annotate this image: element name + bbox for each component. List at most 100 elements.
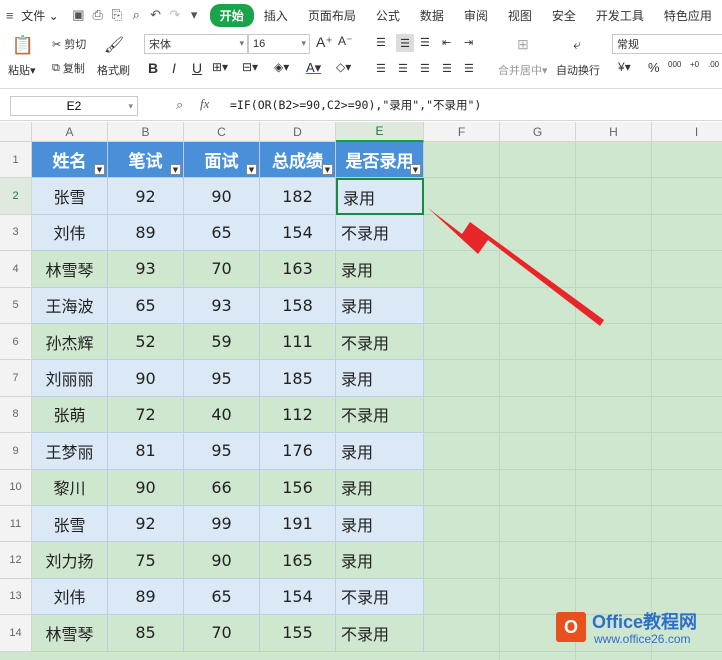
table-cell[interactable]: 张雪 [32, 178, 108, 215]
table-cell[interactable]: 81 [108, 433, 184, 470]
merge-icon[interactable]: ⊞ [512, 34, 534, 54]
cut-button[interactable]: ✂ 剪切 [52, 36, 86, 52]
table-cell[interactable]: 191 [260, 506, 336, 543]
tab-page-layout[interactable]: 页面布局 [298, 7, 366, 24]
table-cell[interactable]: 176 [260, 433, 336, 470]
outdent-icon[interactable]: ⇤ [442, 36, 451, 49]
currency-button[interactable]: ¥ ▾ [618, 60, 631, 74]
filter-dropdown-icon[interactable]: ▼ [170, 164, 181, 176]
customize-icon[interactable]: ▾ [186, 6, 201, 24]
table-cell[interactable]: 不录用 [336, 578, 424, 616]
tab-data[interactable]: 数据 [410, 7, 454, 24]
bold-button[interactable]: B [148, 60, 158, 76]
row-header[interactable]: 13 [0, 578, 32, 616]
tab-formulas[interactable]: 公式 [366, 7, 410, 24]
cell-style-icon[interactable]: ⊟▾ [242, 60, 258, 74]
table-cell[interactable]: 90 [184, 178, 260, 215]
preview-icon[interactable]: ⌕ [129, 6, 144, 24]
tab-home[interactable]: 开始 [209, 3, 254, 27]
column-header-i[interactable]: I [652, 122, 722, 142]
decrease-decimal-button[interactable]: .00 [708, 60, 719, 69]
zoom-icon[interactable]: ⌕ [176, 97, 183, 113]
table-cell[interactable]: 孙杰辉 [32, 324, 108, 361]
paste-icon[interactable]: 📋 [12, 34, 34, 56]
font-family-select[interactable]: 宋体 ▾ [144, 34, 248, 54]
distributed-icon[interactable]: ☰ [464, 62, 474, 75]
table-cell[interactable]: 不录用 [336, 396, 424, 434]
increase-decimal-button[interactable]: +0 [690, 60, 699, 69]
row-header[interactable]: 10 [0, 469, 32, 506]
table-cell[interactable]: 林雪琴 [32, 251, 108, 288]
filter-dropdown-icon[interactable]: ▼ [94, 164, 105, 176]
table-cell[interactable]: 165 [260, 542, 336, 579]
format-painter-button[interactable]: 格式刷 [97, 62, 130, 78]
font-size-select[interactable]: 16 ▾ [248, 34, 310, 54]
filter-dropdown-icon[interactable]: ▼ [410, 164, 421, 176]
align-bottom-icon[interactable]: ☰ [420, 36, 430, 49]
clear-icon[interactable]: ◇▾ [336, 60, 351, 74]
row-header[interactable]: 2 [0, 178, 32, 215]
table-cell[interactable]: 72 [108, 396, 184, 434]
table-cell[interactable]: 89 [108, 578, 184, 616]
spreadsheet-grid[interactable]: A B C D E F G H I 1 姓名 ▼ 笔试 ▼ 面试 ▼ 总成绩 ▼ 是否录用 ▼ 2 张雪 92 90 182 录用… [0, 122, 722, 660]
table-cell[interactable]: 111 [260, 324, 336, 361]
table-cell[interactable]: 录用 [336, 469, 424, 506]
table-cell[interactable]: 93 [108, 251, 184, 288]
table-cell[interactable]: 黎川 [32, 469, 108, 506]
table-cell[interactable]: 154 [260, 578, 336, 616]
table-cell[interactable]: 林雪琴 [32, 615, 108, 652]
row-header[interactable]: 8 [0, 396, 32, 434]
decrease-font-icon[interactable]: A⁻ [338, 34, 352, 48]
table-cell[interactable]: 刘力扬 [32, 542, 108, 579]
tab-special[interactable]: 特色应用 [654, 7, 722, 24]
row-header[interactable]: 11 [0, 506, 32, 543]
file-menu[interactable]: 文件 ⌄ [19, 7, 68, 24]
table-cell[interactable]: 张雪 [32, 506, 108, 543]
justify-icon[interactable]: ☰ [442, 62, 452, 75]
table-cell[interactable]: 52 [108, 324, 184, 361]
table-cell[interactable]: 不录用 [336, 615, 424, 652]
table-cell[interactable]: 92 [108, 178, 184, 215]
table-cell[interactable]: 185 [260, 360, 336, 397]
border-icon[interactable]: ⊞▾ [212, 60, 228, 74]
table-cell[interactable]: 刘伟 [32, 214, 108, 252]
column-header-b[interactable]: B [108, 122, 184, 142]
copy-button[interactable]: ⧉ 复制 [52, 60, 85, 76]
filter-dropdown-icon[interactable]: ▼ [246, 164, 257, 176]
number-format-select[interactable]: 常规 [612, 34, 722, 54]
column-header-f[interactable]: F [424, 122, 500, 142]
row-header[interactable]: 12 [0, 542, 32, 579]
table-cell[interactable]: 99 [184, 506, 260, 543]
table-cell[interactable]: 75 [108, 542, 184, 579]
table-cell[interactable]: 不录用 [336, 214, 424, 252]
name-box[interactable]: E2 ▾ [10, 96, 138, 116]
tab-review[interactable]: 审阅 [454, 7, 498, 24]
table-cell[interactable]: 王海波 [32, 287, 108, 324]
align-center-icon[interactable]: ☰ [398, 62, 408, 75]
undo-icon[interactable]: ↶ [148, 6, 163, 24]
table-cell[interactable]: 95 [184, 360, 260, 397]
table-cell[interactable]: 158 [260, 287, 336, 324]
active-cell[interactable]: 录用 [336, 178, 424, 215]
align-top-icon[interactable]: ☰ [376, 36, 386, 49]
table-cell[interactable]: 40 [184, 396, 260, 434]
table-cell[interactable]: 93 [184, 287, 260, 324]
print-icon[interactable]: ⎘ [109, 6, 124, 24]
tab-security[interactable]: 安全 [542, 7, 586, 24]
indent-icon[interactable]: ⇥ [464, 36, 473, 49]
align-middle-icon[interactable]: ☰ [396, 34, 414, 52]
paste-button[interactable]: 粘贴 ▾ [8, 62, 36, 78]
export-icon[interactable]: ⎙ [90, 6, 105, 24]
increase-font-icon[interactable]: A⁺ [316, 34, 333, 51]
table-cell[interactable]: 刘伟 [32, 578, 108, 616]
column-header-h[interactable]: H [576, 122, 652, 142]
row-header[interactable]: 14 [0, 615, 32, 652]
table-cell[interactable]: 154 [260, 214, 336, 252]
table-cell[interactable]: 95 [184, 433, 260, 470]
column-header-d[interactable]: D [260, 122, 336, 142]
table-cell[interactable]: 录用 [336, 287, 424, 324]
table-cell[interactable]: 90 [108, 469, 184, 506]
align-right-icon[interactable]: ☰ [420, 62, 430, 75]
table-cell[interactable]: 65 [184, 578, 260, 616]
row-header[interactable]: 1 [0, 142, 32, 179]
